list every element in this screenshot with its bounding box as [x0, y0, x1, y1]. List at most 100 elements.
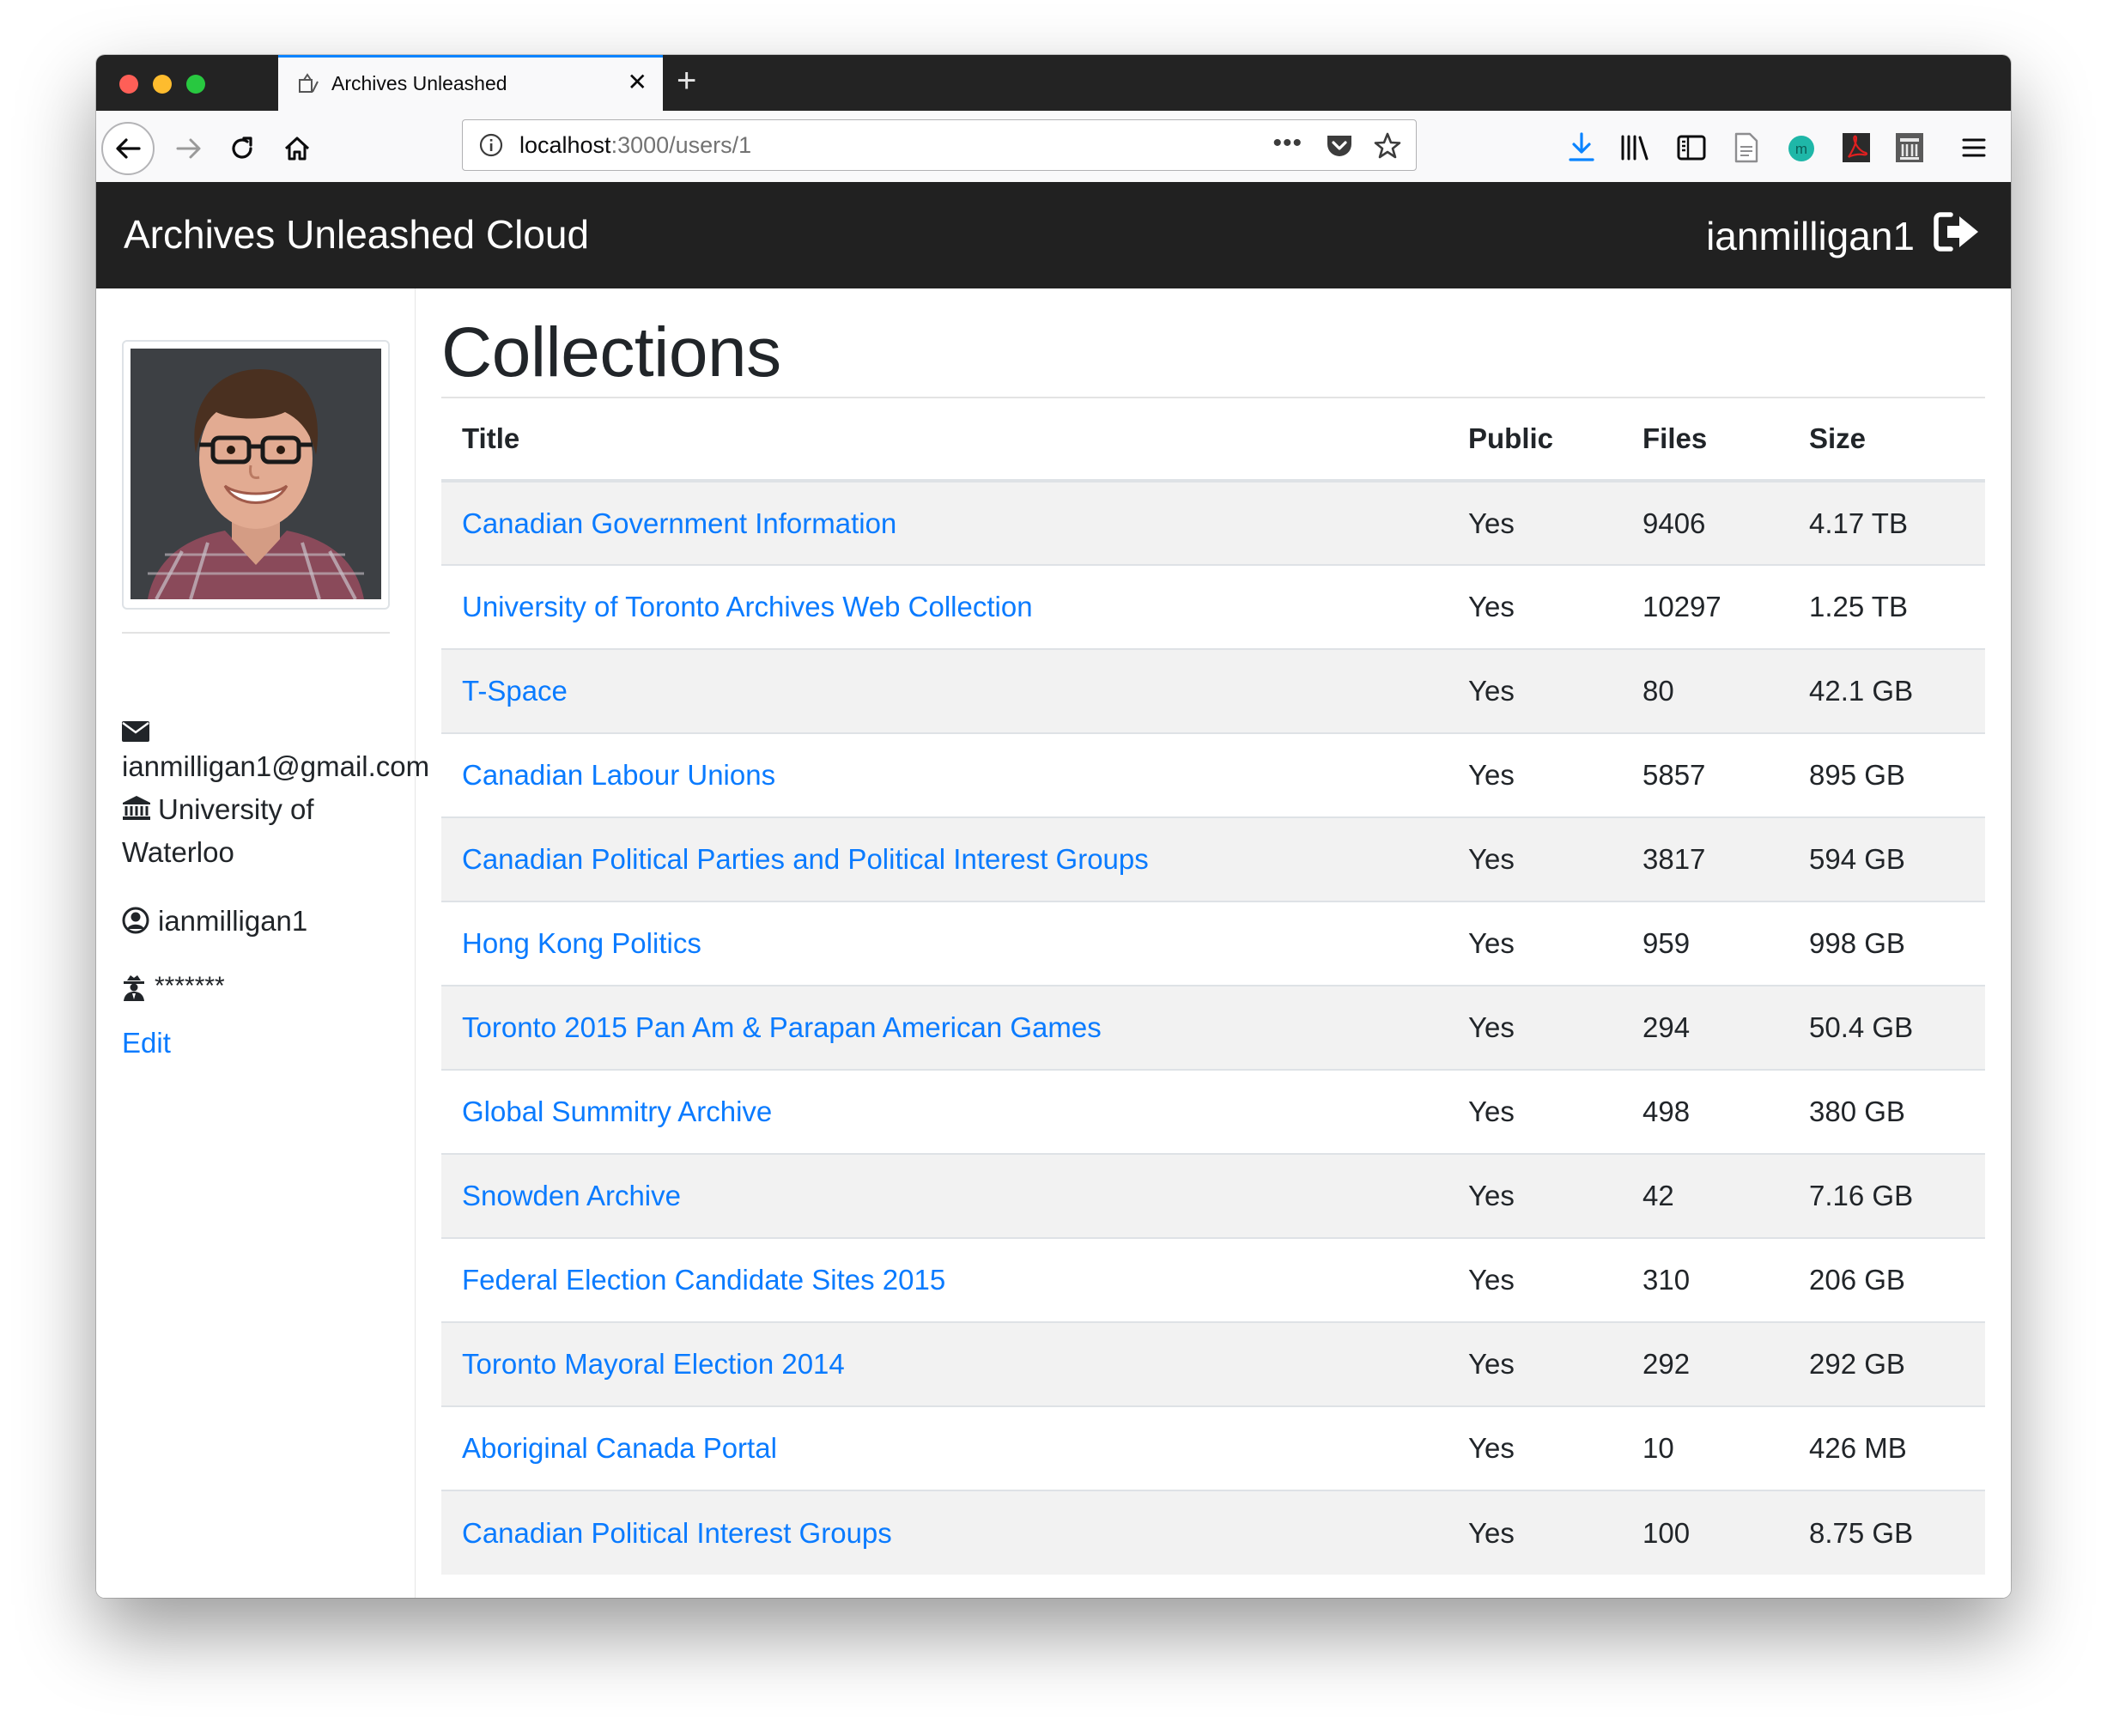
collection-title-link[interactable]: Canadian Political Parties and Political…	[462, 843, 1149, 875]
brand-link[interactable]: Archives Unleashed Cloud	[124, 211, 589, 258]
collection-title-link[interactable]: Hong Kong Politics	[462, 927, 701, 959]
table-row: Toronto 2015 Pan Am & Parapan American G…	[441, 985, 1985, 1070]
cell-files: 959	[1622, 901, 1788, 986]
collection-title-link[interactable]: Aboriginal Canada Portal	[462, 1432, 777, 1464]
sidebar-icon[interactable]	[1676, 133, 1707, 162]
collection-title-link[interactable]: Federal Election Candidate Sites 2015	[462, 1264, 945, 1296]
info-icon[interactable]	[478, 132, 504, 158]
collection-size: 42.1 GB	[1809, 675, 1914, 707]
cell-size: 50.4 GB	[1788, 985, 1985, 1070]
pocket-icon[interactable]	[1325, 132, 1354, 160]
tab-title: Archives Unleashed	[331, 72, 507, 94]
archive-extension-icon[interactable]	[1894, 131, 1925, 164]
tab-close-icon[interactable]: ✕	[628, 70, 647, 95]
column-header-title[interactable]: Title	[441, 398, 1448, 483]
close-window-button[interactable]	[119, 75, 138, 94]
home-button[interactable]	[280, 131, 314, 166]
collection-title-link[interactable]: University of Toronto Archives Web Colle…	[462, 591, 1033, 622]
url-text[interactable]: localhost:3000/users/1	[519, 132, 751, 159]
column-header-public[interactable]: Public	[1448, 398, 1622, 483]
extension-m-icon[interactable]: m	[1786, 133, 1817, 164]
table-row: Canadian Political Interest Groups Yes 100…	[441, 1490, 1985, 1575]
collection-title-link[interactable]: Canadian Government Information	[462, 507, 896, 539]
library-icon[interactable]	[1619, 133, 1652, 162]
downloads-icon[interactable]	[1566, 131, 1597, 164]
collection-title-link[interactable]: Canadian Political Interest Groups	[462, 1517, 892, 1549]
collection-files: 80	[1642, 675, 1674, 707]
table-row: Hong Kong Politics Yes 959 998 GB	[441, 901, 1985, 986]
avatar-frame	[122, 340, 390, 610]
collection-public: Yes	[1468, 1432, 1515, 1464]
favicon-icon	[299, 73, 319, 93]
collections-table: Title Public Files Size Canadian Governm…	[441, 398, 1985, 1575]
table-header-row: Title Public Files Size	[441, 398, 1985, 483]
new-tab-button[interactable]: +	[677, 62, 696, 100]
collection-files: 100	[1642, 1516, 1691, 1549]
bookmark-star-icon[interactable]	[1373, 131, 1402, 161]
envelope-icon	[122, 721, 149, 742]
pdf-extension-icon[interactable]	[1841, 131, 1872, 164]
nav-username-link[interactable]: ianmilligan1	[1706, 213, 1915, 259]
cell-public: Yes	[1448, 564, 1622, 649]
collections-panel: Collections Title Public Files Size Cana…	[441, 288, 1985, 1598]
cell-files: 100	[1622, 1490, 1788, 1575]
collection-size: 8.75 GB	[1809, 1516, 1914, 1549]
cell-title: Toronto Mayoral Election 2014	[441, 1321, 1448, 1406]
collection-files: 294	[1642, 1011, 1691, 1043]
cell-size: 7.16 GB	[1788, 1153, 1985, 1238]
sidebar-divider	[122, 632, 390, 634]
cell-files: 80	[1622, 648, 1788, 733]
back-arrow-icon	[116, 138, 141, 159]
table-row: Toronto Mayoral Election 2014 Yes 292 292 G…	[441, 1321, 1985, 1406]
collection-files: 10297	[1642, 591, 1721, 622]
cell-files: 9406	[1622, 480, 1788, 565]
column-header-size[interactable]: Size	[1788, 398, 1985, 483]
collection-size: 1.25 TB	[1809, 591, 1908, 622]
user-circle-icon	[122, 907, 149, 934]
table-row: Canadian Labour Unions Yes 5857 895 GB	[441, 732, 1985, 817]
column-header-files[interactable]: Files	[1622, 398, 1788, 483]
collection-files: 5857	[1642, 759, 1706, 791]
table-row: Canadian Political Parties and Political…	[441, 816, 1985, 901]
page-actions-icon[interactable]: •••	[1272, 129, 1302, 158]
collection-title-link[interactable]: Toronto 2015 Pan Am & Parapan American G…	[462, 1011, 1102, 1043]
cell-size: 8.75 GB	[1788, 1490, 1985, 1575]
collection-title-link[interactable]: Toronto Mayoral Election 2014	[462, 1348, 845, 1380]
cell-size: 380 GB	[1788, 1069, 1985, 1154]
minimize-window-button[interactable]	[153, 75, 172, 94]
profile-institution-line2: Waterloo	[122, 836, 234, 868]
institution-icon	[123, 796, 150, 820]
cell-public: Yes	[1448, 1490, 1622, 1575]
cell-title: Aboriginal Canada Portal	[441, 1405, 1448, 1490]
browser-window: Archives Unleashed ✕ + localhost:3000/us…	[96, 55, 2011, 1598]
url-bar[interactable]: localhost:3000/users/1 •••	[462, 119, 1417, 171]
cell-title: Snowden Archive	[441, 1153, 1448, 1238]
collection-title-link[interactable]: Canadian Labour Unions	[462, 759, 775, 791]
collection-public: Yes	[1468, 759, 1515, 791]
collection-title-link[interactable]: Snowden Archive	[462, 1180, 681, 1211]
zoom-window-button[interactable]	[186, 75, 205, 94]
profile-username: ianmilligan1	[158, 905, 308, 937]
cell-size: 1.25 TB	[1788, 564, 1985, 649]
reader-view-icon[interactable]	[1733, 131, 1760, 164]
collection-title-link[interactable]: T-Space	[462, 675, 568, 707]
cell-title: University of Toronto Archives Web Colle…	[441, 564, 1448, 649]
edit-profile-link[interactable]: Edit	[122, 1027, 171, 1059]
reload-button[interactable]	[225, 131, 259, 166]
cell-files: 310	[1622, 1237, 1788, 1322]
cell-size: 292 GB	[1788, 1321, 1985, 1406]
back-button[interactable]	[101, 122, 155, 175]
home-icon	[284, 137, 310, 161]
tab-archives-unleashed[interactable]: Archives Unleashed ✕	[278, 55, 663, 111]
cell-size: 42.1 GB	[1788, 648, 1985, 733]
sign-out-icon[interactable]	[1932, 209, 1982, 254]
collection-title-link[interactable]: Global Summitry Archive	[462, 1096, 772, 1127]
page-title: Collections	[441, 313, 781, 392]
cell-files: 10	[1622, 1405, 1788, 1490]
forward-button[interactable]	[172, 133, 206, 164]
cell-title: Canadian Government Information	[441, 480, 1448, 565]
collection-size: 426 MB	[1809, 1432, 1907, 1464]
hamburger-menu-icon[interactable]	[1961, 135, 1987, 161]
cell-files: 498	[1622, 1069, 1788, 1154]
profile-sidebar: ianmilligan1@gmail.com University of Wat…	[96, 288, 429, 1598]
